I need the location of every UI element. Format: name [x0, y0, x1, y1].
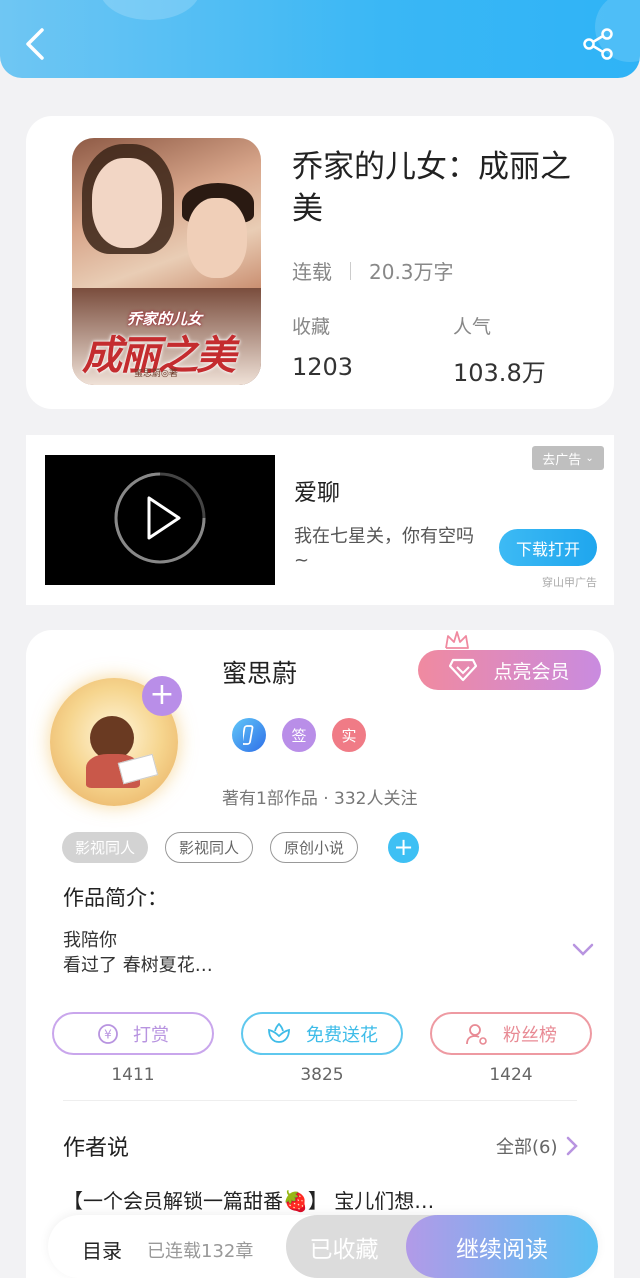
phone-badge-icon [232, 718, 266, 752]
popularity-label: 人气 [453, 316, 492, 338]
continue-reading-button[interactable]: 继续阅读 [406, 1215, 598, 1278]
book-title: 乔家的儿女：成丽之美 [292, 149, 571, 227]
play-icon [114, 472, 206, 564]
book-meta: 连载 20.3万字 [292, 256, 454, 285]
author-card: + 蜜思蔚 点亮会员 签 实 著有1部作品 · 332人关注 影视同人 影视同人… [26, 630, 614, 1278]
book-status: 连载 [292, 260, 332, 284]
ad-title: 爱聊 [294, 480, 340, 506]
flower-label: 免费送花 [306, 1024, 378, 1046]
fans-label: 粉丝榜 [503, 1024, 557, 1046]
add-tag-button[interactable]: + [388, 832, 420, 863]
remove-ad-button[interactable]: 去广告 ⌄ [532, 446, 604, 470]
book-cover[interactable]: 乔家的儿女 成丽之美 蜜思蔚◎著 [72, 138, 261, 385]
yen-icon: ¥ [98, 1023, 118, 1044]
tag[interactable]: 原创小说 [270, 832, 359, 863]
crown-icon [445, 631, 469, 649]
vip-label: 点亮会员 [493, 660, 570, 683]
author-says-all-link[interactable]: 全部(6) [496, 1133, 578, 1159]
intro-heading: 作品简介： [63, 886, 168, 910]
cover-author: 蜜思蔚◎著 [134, 369, 178, 379]
decor-bubble [100, 0, 200, 20]
reward-action: ¥ 打赏 1411 [52, 1012, 214, 1085]
tag-list: 影视同人 影视同人 原创小说 + [62, 832, 420, 863]
divider [63, 1100, 577, 1101]
all-label: 全部(6) [496, 1137, 558, 1158]
tag[interactable]: 影视同人 [165, 832, 254, 863]
fans-action: 粉丝榜 1424 [430, 1012, 592, 1085]
chevron-down-icon: ⌄ [585, 452, 594, 464]
author-works-info: 著有1部作品 · 332人关注 [222, 789, 418, 809]
ad-description: 我在七星关，你有空吗~ [294, 526, 474, 571]
favorites-stat: 收藏 1203 [292, 312, 353, 381]
chevron-down-icon [572, 943, 594, 956]
fans-count: 1424 [489, 1065, 533, 1085]
flower-count: 3825 [300, 1065, 344, 1085]
chevron-right-icon [566, 1136, 578, 1156]
bottom-bar: 目录 已连载132章 已收藏 继续阅读 [48, 1215, 598, 1278]
user-icon [466, 1023, 487, 1045]
book-info-card: 乔家的儿女 成丽之美 蜜思蔚◎著 乔家的儿女：成丽之美 连载 20.3万字 收藏… [26, 116, 614, 409]
popularity-stat: 人气 103.8万 [453, 312, 546, 388]
vip-button[interactable]: 点亮会员 [418, 650, 601, 690]
svg-text:¥: ¥ [104, 1027, 112, 1041]
toc-button[interactable]: 目录 [82, 1235, 122, 1264]
send-flower-button[interactable]: 免费送花 [241, 1012, 403, 1055]
favorites-value: 1203 [292, 353, 354, 381]
action-row: ¥ 打赏 1411 免费送花 3825 粉丝榜 1424 [52, 1012, 592, 1085]
ad-video[interactable] [45, 455, 275, 585]
ad-source: 穿山甲广告 [542, 576, 597, 589]
intro-text: 我陪你 看过了 春树夏花… [63, 930, 213, 976]
top-bar [0, 0, 640, 78]
back-button[interactable] [18, 24, 52, 64]
reward-label: 打赏 [133, 1024, 169, 1046]
word-count: 20.3万字 [369, 260, 454, 284]
fans-rank-button[interactable]: 粉丝榜 [430, 1012, 592, 1055]
signed-badge: 签 [282, 718, 316, 752]
diamond-icon [449, 658, 478, 682]
follow-plus-button[interactable]: + [142, 676, 182, 716]
author-says-heading: 作者说 [63, 1136, 130, 1161]
author-says-post[interactable]: 【一个会员解锁一篇甜番🍓】 宝儿们想… [63, 1185, 434, 1214]
favorited-label: 已收藏 [309, 1236, 379, 1263]
download-open-button[interactable]: 下载打开 [499, 529, 597, 566]
author-name: 蜜思蔚 [222, 659, 298, 688]
chevron-left-icon [26, 28, 44, 60]
share-icon [583, 28, 613, 60]
share-button[interactable] [580, 26, 620, 66]
divider [350, 261, 351, 280]
reward-count: 1411 [111, 1065, 155, 1085]
verified-badge: 实 [332, 718, 366, 752]
reward-button[interactable]: ¥ 打赏 [52, 1012, 214, 1055]
remove-ad-label: 去广告 [542, 452, 582, 468]
favorites-label: 收藏 [292, 316, 331, 338]
expand-intro-button[interactable] [572, 942, 594, 961]
popularity-value: 103.8万 [453, 359, 546, 387]
tag[interactable]: 影视同人 [62, 832, 149, 863]
ad-banner[interactable]: 爱聊 我在七星关，你有空吗~ 去广告 ⌄ 下载打开 穿山甲广告 [26, 435, 614, 605]
author-badges: 签 实 [232, 718, 366, 752]
flower-icon [268, 1022, 290, 1043]
chapter-count: 已连载132章 [147, 1241, 254, 1262]
flower-action: 免费送花 3825 [241, 1012, 403, 1085]
